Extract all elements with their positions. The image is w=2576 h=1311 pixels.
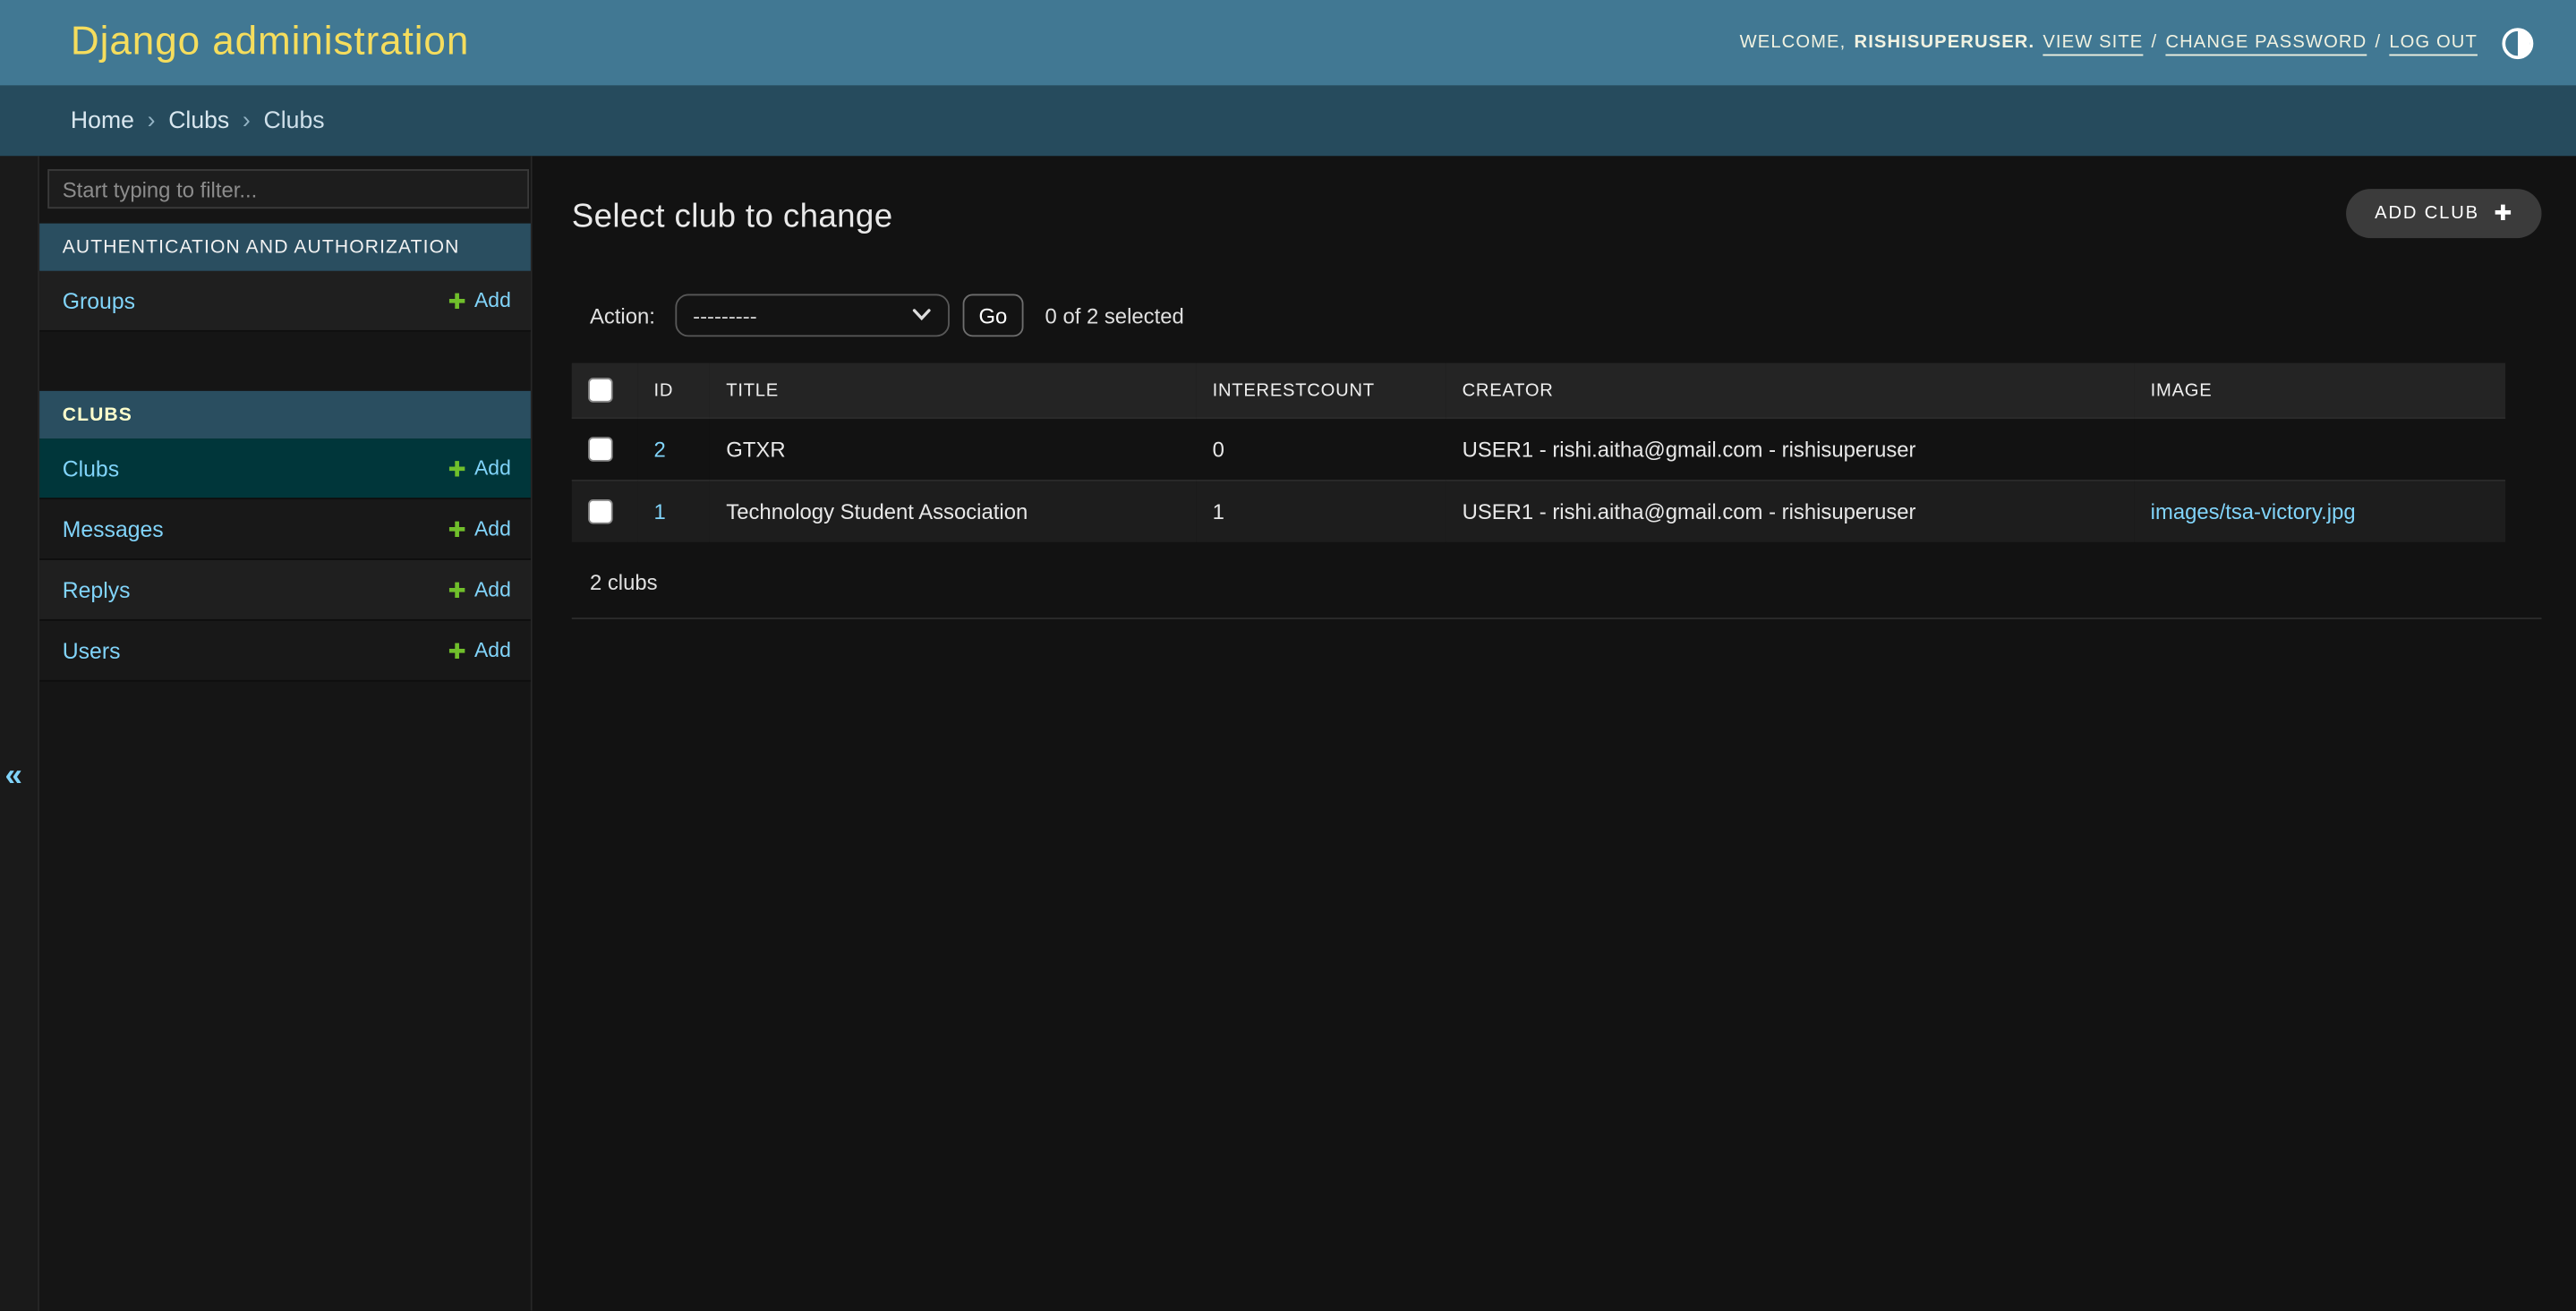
plus-icon: ✚ bbox=[448, 579, 466, 600]
sidebar-item-messages: Messages ✚ Add bbox=[39, 499, 531, 560]
main-content: ADD CLUB ✚ Select club to change Action:… bbox=[533, 156, 2576, 1310]
add-label: Add bbox=[474, 517, 511, 541]
users-link[interactable]: Users bbox=[63, 638, 121, 663]
result-table: ID TITLE INTERESTCOUNT CREATOR IMAGE bbox=[572, 363, 2505, 542]
breadcrumb-separator: › bbox=[148, 107, 156, 133]
image-link[interactable]: images/tsa-victory.jpg bbox=[2151, 499, 2356, 524]
add-club-label: ADD CLUB bbox=[2375, 204, 2479, 224]
link-separator: / bbox=[2375, 33, 2381, 53]
add-messages-button[interactable]: ✚ Add bbox=[448, 517, 511, 541]
sidebar-item-groups: Groups ✚ Add bbox=[39, 271, 531, 332]
changelist: Action: --------- Go 0 of 2 selected bbox=[572, 294, 2542, 619]
add-clubs-button[interactable]: ✚ Add bbox=[448, 456, 511, 480]
welcome-text: WELCOME, bbox=[1740, 33, 1847, 53]
add-club-button[interactable]: ADD CLUB ✚ bbox=[2347, 189, 2542, 238]
row-checkbox-cell bbox=[572, 418, 637, 481]
plus-icon: ✚ bbox=[448, 290, 466, 311]
column-header-interestcount[interactable]: INTERESTCOUNT bbox=[1196, 363, 1446, 418]
add-groups-button[interactable]: ✚ Add bbox=[448, 289, 511, 312]
log-out-link[interactable]: LOG OUT bbox=[2389, 33, 2478, 53]
theme-toggle-icon[interactable] bbox=[2502, 27, 2533, 58]
column-header-title[interactable]: TITLE bbox=[710, 363, 1196, 418]
site-title[interactable]: Django administration bbox=[71, 20, 469, 65]
sidebar-section-title-clubs[interactable]: CLUBS bbox=[39, 391, 531, 438]
table-header-row: ID TITLE INTERESTCOUNT CREATOR IMAGE bbox=[572, 363, 2505, 418]
add-users-button[interactable]: ✚ Add bbox=[448, 639, 511, 662]
sidebar-section-title-authentication[interactable]: AUTHENTICATION AND AUTHORIZATION bbox=[39, 224, 531, 271]
sidebar-item-replys: Replys ✚ Add bbox=[39, 560, 531, 621]
row-checkbox[interactable] bbox=[588, 499, 613, 524]
page-title: Select club to change bbox=[572, 199, 2542, 236]
object-tools: ADD CLUB ✚ bbox=[2347, 189, 2542, 238]
creator-cell: USER1 - rishi.aitha@gmail.com - rishisup… bbox=[1446, 418, 2134, 481]
view-site-link[interactable]: VIEW SITE bbox=[2043, 33, 2143, 53]
header: Django administration WELCOME, RISHISUPE… bbox=[0, 0, 2576, 85]
row-checkbox[interactable] bbox=[588, 437, 613, 462]
sidebar-toggle-strip: « bbox=[0, 156, 39, 1310]
add-label: Add bbox=[474, 639, 511, 662]
column-header-creator[interactable]: CREATOR bbox=[1446, 363, 2134, 418]
go-button[interactable]: Go bbox=[962, 294, 1024, 337]
add-replys-button[interactable]: ✚ Add bbox=[448, 578, 511, 601]
breadcrumb-link-clubs-app[interactable]: Clubs bbox=[168, 107, 229, 133]
content-area: « AUTHENTICATION AND AUTHORIZATION Group… bbox=[0, 156, 2576, 1310]
action-select-value: --------- bbox=[693, 303, 757, 328]
messages-link[interactable]: Messages bbox=[63, 516, 164, 541]
image-cell bbox=[2134, 418, 2505, 481]
row-checkbox-cell bbox=[572, 481, 637, 542]
selection-counter: 0 of 2 selected bbox=[1045, 303, 1184, 328]
plus-icon: ✚ bbox=[448, 518, 466, 540]
paginator-count: 2 clubs bbox=[572, 542, 2542, 595]
replys-link[interactable]: Replys bbox=[63, 577, 131, 602]
breadcrumb-separator: › bbox=[243, 107, 251, 133]
action-label: Action: bbox=[590, 303, 655, 328]
plus-icon: ✚ bbox=[2494, 200, 2513, 226]
double-chevron-left-icon: « bbox=[5, 759, 22, 794]
breadcrumb-link-home[interactable]: Home bbox=[71, 107, 134, 133]
select-all-checkbox[interactable] bbox=[588, 378, 613, 403]
django-admin-page: Django administration WELCOME, RISHISUPE… bbox=[0, 0, 2576, 1311]
groups-link[interactable]: Groups bbox=[63, 288, 135, 313]
plus-icon: ✚ bbox=[448, 640, 466, 661]
add-label: Add bbox=[474, 456, 511, 480]
sidebar-collapse-button[interactable]: « bbox=[5, 761, 22, 792]
plus-icon: ✚ bbox=[448, 457, 466, 479]
clubs-link[interactable]: Clubs bbox=[63, 455, 119, 481]
link-separator: / bbox=[2152, 33, 2158, 53]
title-cell: Technology Student Association bbox=[710, 481, 1196, 542]
table-row: 2 GTXR 0 USER1 - rishi.aitha@gmail.com -… bbox=[572, 418, 2505, 481]
actions-bar: Action: --------- Go 0 of 2 selected bbox=[590, 294, 2542, 337]
table-row: 1 Technology Student Association 1 USER1… bbox=[572, 481, 2505, 542]
id-link[interactable]: 2 bbox=[654, 437, 666, 462]
creator-cell: USER1 - rishi.aitha@gmail.com - rishisup… bbox=[1446, 481, 2134, 542]
add-label: Add bbox=[474, 289, 511, 312]
select-all-checkbox-cell bbox=[572, 363, 637, 418]
chevron-down-icon bbox=[911, 309, 931, 322]
breadcrumb-current: Clubs bbox=[264, 107, 325, 133]
breadcrumb: Home › Clubs › Clubs bbox=[0, 85, 2576, 156]
interestcount-cell: 1 bbox=[1196, 481, 1446, 542]
sidebar-section-authentication: AUTHENTICATION AND AUTHORIZATION Groups … bbox=[39, 224, 531, 332]
interestcount-cell: 0 bbox=[1196, 418, 1446, 481]
sidebar-filter-input[interactable] bbox=[47, 169, 529, 209]
user-tools: WELCOME, RISHISUPERUSER. VIEW SITE / CHA… bbox=[1740, 27, 2534, 58]
id-link[interactable]: 1 bbox=[654, 499, 666, 524]
title-cell: GTXR bbox=[710, 418, 1196, 481]
sidebar-item-clubs: Clubs ✚ Add bbox=[39, 438, 531, 499]
change-password-link[interactable]: CHANGE PASSWORD bbox=[2165, 33, 2367, 53]
sidebar-nav: AUTHENTICATION AND AUTHORIZATION Groups … bbox=[39, 156, 533, 1310]
column-header-image[interactable]: IMAGE bbox=[2134, 363, 2505, 418]
sidebar-item-users: Users ✚ Add bbox=[39, 621, 531, 682]
action-select[interactable]: --------- bbox=[675, 294, 950, 337]
username: RISHISUPERUSER. bbox=[1855, 33, 2035, 53]
sidebar-section-clubs: CLUBS Clubs ✚ Add Messages ✚ Add bbox=[39, 391, 531, 682]
add-label: Add bbox=[474, 578, 511, 601]
column-header-id[interactable]: ID bbox=[637, 363, 710, 418]
